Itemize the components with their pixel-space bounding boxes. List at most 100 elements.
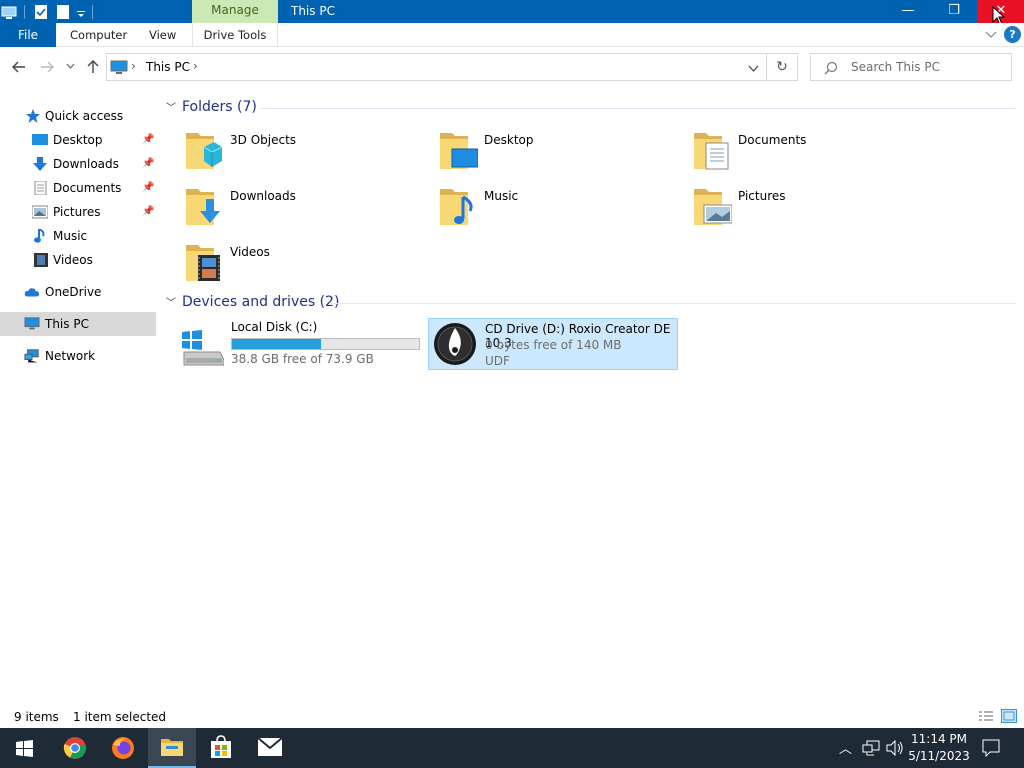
breadcrumb-this-pc[interactable]: This PC (146, 60, 190, 74)
sidebar-item-quick-access[interactable]: Quick access (0, 104, 156, 128)
music-icon (34, 229, 45, 243)
refresh-button[interactable]: ↻ (767, 53, 798, 81)
status-bar: 9 items 1 item selected (0, 707, 1024, 727)
pin-icon: 📌 (142, 134, 155, 145)
drive-cd-d[interactable]: CD Drive (D:) Roxio Creator DE 10.3 0 by… (428, 318, 678, 370)
folder-videos[interactable]: Videos (184, 241, 424, 289)
sidebar-item-downloads[interactable]: Downloads 📌 (0, 152, 156, 176)
minimize-button[interactable]: — (885, 0, 931, 23)
this-pc-icon[interactable] (1, 4, 17, 20)
onedrive-icon (24, 288, 40, 297)
folders-header-label: Folders (7) (182, 99, 257, 115)
videos-folder-icon (186, 245, 220, 281)
navigation-pane: Quick access Desktop 📌 Downloads 📌 Docum… (0, 98, 156, 700)
windows-logo-icon (16, 740, 33, 757)
chevron-down-icon[interactable] (985, 31, 997, 39)
volume-icon[interactable] (886, 740, 904, 756)
sidebar-item-onedrive[interactable]: OneDrive (0, 280, 156, 304)
tab-file[interactable]: File (0, 23, 56, 47)
breadcrumb-separator-icon[interactable]: › (193, 59, 198, 73)
sidebar-item-label: Pictures (53, 205, 101, 219)
windows-drive-icon (182, 330, 224, 366)
search-input[interactable]: Search This PC (851, 60, 940, 74)
pictures-icon (32, 205, 48, 219)
pin-icon: 📌 (142, 206, 155, 217)
address-dropdown-icon[interactable] (748, 65, 759, 72)
pin-icon: 📌 (142, 182, 155, 193)
window-title: This PC (291, 4, 335, 18)
firefox-icon (112, 737, 134, 759)
sidebar-item-label: Quick access (45, 109, 124, 123)
sidebar-item-label: Documents (53, 181, 122, 195)
file-explorer-icon (161, 739, 183, 756)
taskbar-file-explorer[interactable] (148, 728, 196, 768)
restore-button[interactable]: ❐ (931, 0, 977, 23)
action-center-icon[interactable] (982, 739, 1000, 757)
back-arrow-icon[interactable] (11, 60, 26, 74)
large-icons-view-icon[interactable] (1001, 709, 1017, 723)
folder-name: 3D Objects (230, 133, 297, 147)
this-pc-icon (110, 60, 128, 74)
up-arrow-icon[interactable] (86, 59, 100, 74)
search-box[interactable]: Search This PC (810, 53, 1012, 81)
folders-group-header[interactable]: ﹀ Folders (7) (166, 99, 257, 115)
show-hidden-icons-icon[interactable]: ︿ (839, 738, 852, 757)
sidebar-item-label: Desktop (53, 133, 103, 147)
folder-3d-objects[interactable]: 3D Objects (184, 129, 424, 177)
tab-drive-tools[interactable]: Drive Tools (192, 23, 278, 47)
sidebar-item-this-pc[interactable]: This PC (0, 312, 156, 336)
address-bar[interactable]: › This PC › (106, 53, 767, 81)
drives-group-header[interactable]: ﹀ Devices and drives (2) (166, 294, 339, 310)
sidebar-item-music[interactable]: Music (0, 224, 156, 248)
tab-manage[interactable]: Manage (192, 0, 278, 23)
clock-time: 11:14 PM (911, 732, 967, 746)
chevron-down-icon: ﹀ (166, 298, 176, 309)
sidebar-item-label: Downloads (53, 157, 119, 171)
sidebar-item-label: Music (53, 229, 88, 243)
group-divider (332, 303, 1016, 304)
folder-name: Music (484, 189, 519, 203)
properties-icon[interactable] (34, 4, 48, 20)
customize-toolbar-icon[interactable] (76, 4, 86, 20)
network-tray-icon[interactable] (862, 740, 880, 756)
drive-local-disk-c[interactable]: Local Disk (C:) 38.8 GB free of 73.9 GB (176, 318, 426, 370)
sidebar-item-videos[interactable]: Videos (0, 248, 156, 272)
sidebar-item-network[interactable]: Network (0, 344, 156, 368)
system-clock[interactable]: 11:14 PM 5/11/2023 (904, 731, 974, 765)
start-button[interactable] (0, 728, 48, 768)
details-view-icon[interactable] (978, 710, 994, 723)
sidebar-item-documents[interactable]: Documents 📌 (0, 176, 156, 200)
tab-computer[interactable]: Computer (70, 23, 127, 47)
qa-separator (24, 5, 25, 19)
drive-usage-fill (232, 339, 321, 349)
documents-icon (34, 181, 47, 195)
folder-name: Documents (738, 133, 807, 147)
taskbar: ︿ 11:14 PM 5/11/2023 (0, 728, 1024, 768)
sidebar-item-pictures[interactable]: Pictures 📌 (0, 200, 156, 224)
address-row: › This PC › ↻ Search This PC (0, 47, 1024, 87)
title-bar: Manage This PC — ❐ ✕ (0, 0, 1024, 26)
star-icon (26, 109, 40, 123)
taskbar-firefox[interactable] (99, 728, 147, 768)
forward-arrow-icon[interactable] (40, 60, 55, 74)
folder-desktop[interactable]: Desktop (438, 129, 678, 177)
sidebar-item-label: OneDrive (45, 285, 102, 299)
folder-documents[interactable]: Documents (692, 129, 932, 177)
sidebar-item-desktop[interactable]: Desktop 📌 (0, 128, 156, 152)
drive-free-space: 0 bytes free of 140 MB (485, 338, 622, 352)
tab-view[interactable]: View (149, 23, 176, 47)
taskbar-chrome[interactable] (51, 728, 99, 768)
folder-downloads[interactable]: Downloads (184, 185, 424, 233)
taskbar-mail[interactable] (246, 728, 294, 768)
sidebar-item-label: Videos (53, 253, 93, 267)
group-divider (260, 108, 1016, 109)
chevron-down-icon: ﹀ (166, 103, 176, 114)
folder-name: Downloads (230, 189, 296, 203)
taskbar-store[interactable] (197, 728, 245, 768)
recent-locations-icon[interactable] (66, 63, 75, 69)
new-folder-icon[interactable] (57, 4, 69, 20)
folder-music[interactable]: Music (438, 185, 678, 233)
folder-pictures[interactable]: Pictures (692, 185, 932, 233)
help-button[interactable]: ? (1004, 26, 1021, 43)
store-icon (211, 735, 231, 758)
